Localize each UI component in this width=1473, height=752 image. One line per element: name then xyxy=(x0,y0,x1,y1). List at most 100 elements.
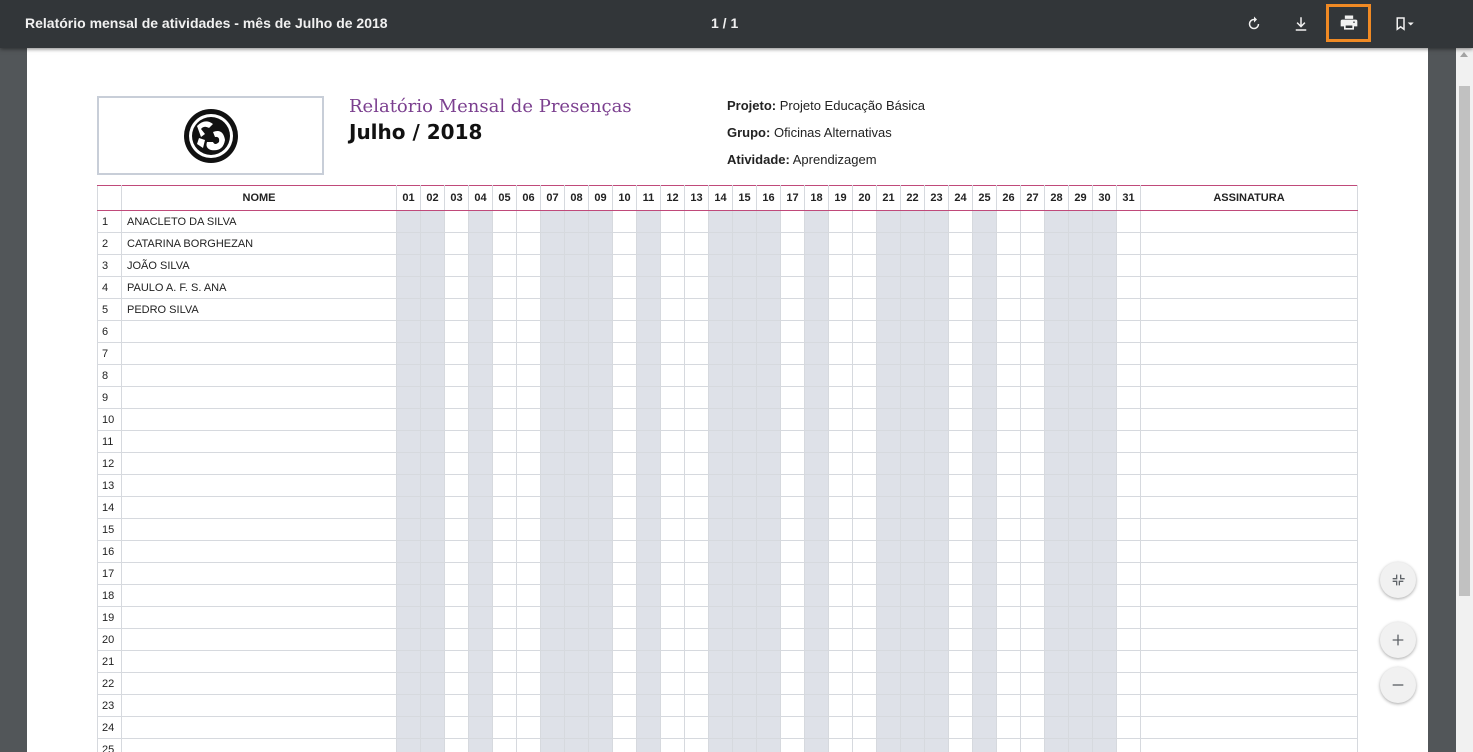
fit-page-button[interactable] xyxy=(1380,562,1416,598)
attendance-cell xyxy=(660,276,685,299)
attendance-cell xyxy=(900,210,925,233)
attendance-cell xyxy=(828,364,853,387)
scroll-up-arrow-icon[interactable] xyxy=(1460,52,1468,57)
attendance-cell xyxy=(708,386,733,409)
attendance-cell xyxy=(876,562,901,585)
attendance-cell xyxy=(1068,232,1093,255)
attendance-cell xyxy=(804,650,829,673)
attendance-cell xyxy=(588,254,613,277)
attendance-cell xyxy=(1092,430,1117,453)
attendance-cell xyxy=(564,430,589,453)
attendance-cell xyxy=(996,606,1021,629)
attendance-cell xyxy=(828,254,853,277)
attendance-cell xyxy=(1044,738,1069,752)
attendance-cell xyxy=(516,254,541,277)
attendance-cell xyxy=(900,562,925,585)
attendance-cell xyxy=(780,628,805,651)
attendance-cell xyxy=(444,518,469,541)
attendance-cell xyxy=(972,694,997,717)
attendance-cell xyxy=(732,694,757,717)
vertical-scrollbar[interactable] xyxy=(1456,48,1473,752)
attendance-cell xyxy=(876,694,901,717)
attendance-cell xyxy=(900,496,925,519)
download-button[interactable] xyxy=(1283,6,1319,42)
report-period: Julho / 2018 xyxy=(349,120,483,144)
attendance-cell xyxy=(972,562,997,585)
day-header: 18 xyxy=(804,185,829,211)
attendance-cell xyxy=(852,628,877,651)
attendance-cell xyxy=(732,254,757,277)
attendance-cell xyxy=(924,628,949,651)
attendance-cell xyxy=(780,518,805,541)
attendance-cell xyxy=(612,518,637,541)
bookmark-button[interactable] xyxy=(1384,6,1424,42)
attendance-cell xyxy=(1092,496,1117,519)
attendance-cell xyxy=(660,232,685,255)
attendance-cell xyxy=(1044,386,1069,409)
zoom-in-button[interactable] xyxy=(1380,622,1416,658)
attendance-cell xyxy=(852,210,877,233)
attendance-cell xyxy=(612,232,637,255)
signature-cell xyxy=(1140,562,1358,585)
attendance-cell xyxy=(492,496,517,519)
attendance-cell xyxy=(396,364,421,387)
attendance-cell xyxy=(876,716,901,739)
attendance-cell xyxy=(708,452,733,475)
attendance-cell xyxy=(1092,518,1117,541)
attendance-cell xyxy=(1092,276,1117,299)
attendance-cell xyxy=(780,584,805,607)
attendance-cell xyxy=(588,298,613,321)
attendance-cell xyxy=(900,254,925,277)
attendance-cell xyxy=(924,254,949,277)
print-icon xyxy=(1340,15,1357,30)
signature-cell xyxy=(1140,518,1358,541)
attendance-cell xyxy=(948,518,973,541)
pdf-page: Relatório Mensal de Presenças Julho / 20… xyxy=(27,48,1428,752)
attendance-cell xyxy=(804,386,829,409)
scroll-thumb[interactable] xyxy=(1459,86,1470,596)
attendance-cell xyxy=(636,474,661,497)
attendance-cell xyxy=(684,672,709,695)
attendance-cell xyxy=(660,452,685,475)
attendance-cell xyxy=(780,298,805,321)
attendance-cell xyxy=(468,628,493,651)
attendance-cell xyxy=(852,738,877,752)
attendance-cell xyxy=(492,386,517,409)
attendance-cell xyxy=(612,320,637,343)
attendance-cell xyxy=(756,540,781,563)
attendance-cell xyxy=(780,210,805,233)
attendance-cell xyxy=(540,628,565,651)
attendance-cell xyxy=(732,650,757,673)
rotate-button[interactable] xyxy=(1236,6,1272,42)
attendance-cell xyxy=(612,562,637,585)
attendance-cell xyxy=(612,606,637,629)
attendance-cell xyxy=(396,452,421,475)
attendance-cell xyxy=(972,320,997,343)
attendance-cell xyxy=(828,694,853,717)
attendance-cell xyxy=(1116,254,1141,277)
group-value: Oficinas Alternativas xyxy=(773,125,892,140)
attendance-cell xyxy=(444,672,469,695)
attendance-cell xyxy=(540,452,565,475)
attendance-cell xyxy=(588,628,613,651)
zoom-out-button[interactable] xyxy=(1380,667,1416,703)
attendance-cell xyxy=(1068,694,1093,717)
table-row: 14 xyxy=(97,496,1358,519)
attendance-cell xyxy=(972,606,997,629)
attendance-cell xyxy=(852,694,877,717)
attendance-cell xyxy=(732,628,757,651)
attendance-cell xyxy=(756,254,781,277)
table-row: 6 xyxy=(97,320,1358,343)
attendance-cell xyxy=(972,386,997,409)
attendance-cell xyxy=(708,408,733,431)
attendance-cell xyxy=(396,210,421,233)
attendance-cell xyxy=(1092,408,1117,431)
attendance-cell xyxy=(636,298,661,321)
attendance-cell xyxy=(1044,584,1069,607)
attendance-cell xyxy=(828,232,853,255)
print-button[interactable] xyxy=(1326,4,1371,42)
attendance-cell xyxy=(492,430,517,453)
attendance-cell xyxy=(660,386,685,409)
attendance-cell xyxy=(924,386,949,409)
attendance-cell xyxy=(852,232,877,255)
